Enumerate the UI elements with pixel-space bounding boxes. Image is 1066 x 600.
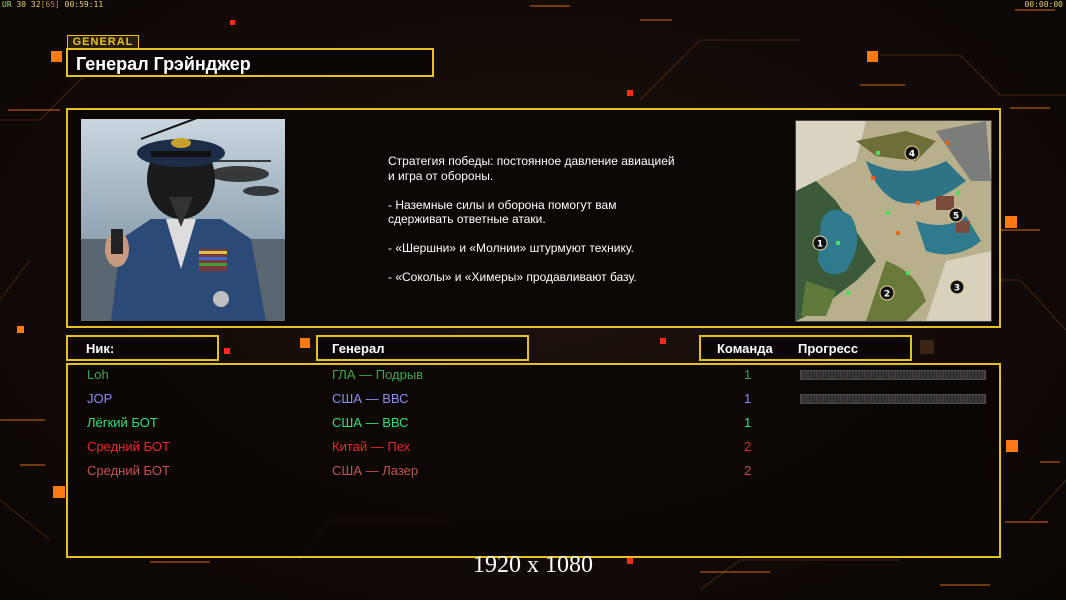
start-marker-3: 3 bbox=[954, 284, 960, 294]
player-team: 2 bbox=[744, 439, 752, 454]
clock-readout: 00:00:00 bbox=[1024, 0, 1063, 9]
general-info-panel: Стратегия победы: постоянное давление ав… bbox=[66, 108, 1001, 328]
resolution-label: 1920 x 1080 bbox=[473, 552, 593, 578]
player-nick: Лёгкий БОТ bbox=[87, 415, 158, 430]
player-row: JOP США — ВВС 1 bbox=[68, 391, 999, 411]
header-team-progress: Команда Прогресс bbox=[699, 335, 912, 361]
header-nick-label: Ник: bbox=[86, 341, 115, 356]
elapsed-time: 00:59:11 bbox=[64, 0, 104, 9]
player-row: Лёгкий БОТ США — ВВС 1 bbox=[68, 415, 999, 435]
player-nick: Loh bbox=[87, 367, 109, 382]
player-general: Китай — Пех bbox=[332, 439, 411, 454]
player-team: 1 bbox=[744, 367, 752, 382]
player-team: 1 bbox=[744, 415, 752, 430]
header-team-label: Команда bbox=[717, 341, 773, 356]
fps-readout: UR 30 32[65] 00:59:11 bbox=[2, 0, 103, 9]
player-nick: JOP bbox=[87, 391, 113, 406]
fps-bracket: [65] bbox=[40, 0, 60, 9]
start-marker-2: 2 bbox=[884, 290, 890, 300]
player-row: Средний БОТ США — Лазер 2 bbox=[68, 463, 999, 483]
player-nick: Средний БОТ bbox=[87, 439, 170, 454]
fps-prefix: UR bbox=[2, 0, 12, 9]
start-marker-5: 5 bbox=[953, 212, 959, 222]
players-panel: Loh ГЛА — Подрыв 1 JOP США — ВВС 1 Лёгки… bbox=[66, 363, 1001, 558]
player-row: Средний БОТ Китай — Пех 2 bbox=[68, 439, 999, 459]
start-marker-4: 4 bbox=[909, 150, 915, 160]
minimap-image: 1 2 3 4 5 bbox=[796, 121, 991, 321]
player-row: Loh ГЛА — Подрыв 1 bbox=[68, 367, 999, 387]
general-title: Генерал Грэйнджер bbox=[76, 54, 251, 74]
player-general: США — Лазер bbox=[332, 463, 419, 478]
header-progress-label: Прогресс bbox=[798, 341, 859, 356]
header-general-label: Генерал bbox=[332, 341, 385, 356]
progress-bar bbox=[800, 394, 986, 404]
start-marker-1: 1 bbox=[817, 240, 823, 250]
fps-values: 30 32 bbox=[16, 0, 41, 9]
player-nick: Средний БОТ bbox=[87, 463, 170, 478]
minimap: 1 2 3 4 5 bbox=[795, 120, 992, 322]
header-nick: Ник: bbox=[66, 335, 219, 361]
progress-bar bbox=[800, 370, 986, 380]
player-general: ГЛА — Подрыв bbox=[332, 367, 424, 382]
player-team: 1 bbox=[744, 391, 752, 406]
player-general: США — ВВС bbox=[332, 415, 409, 430]
title-box: Генерал Грэйнджер bbox=[66, 48, 434, 77]
player-general: США — ВВС bbox=[332, 391, 409, 406]
general-portrait bbox=[81, 119, 285, 321]
header-general: Генерал bbox=[316, 335, 529, 361]
player-team: 2 bbox=[744, 463, 752, 478]
strategy-description: Стратегия победы: постоянное давление ав… bbox=[388, 154, 675, 284]
pilot-portrait-image bbox=[81, 119, 285, 321]
